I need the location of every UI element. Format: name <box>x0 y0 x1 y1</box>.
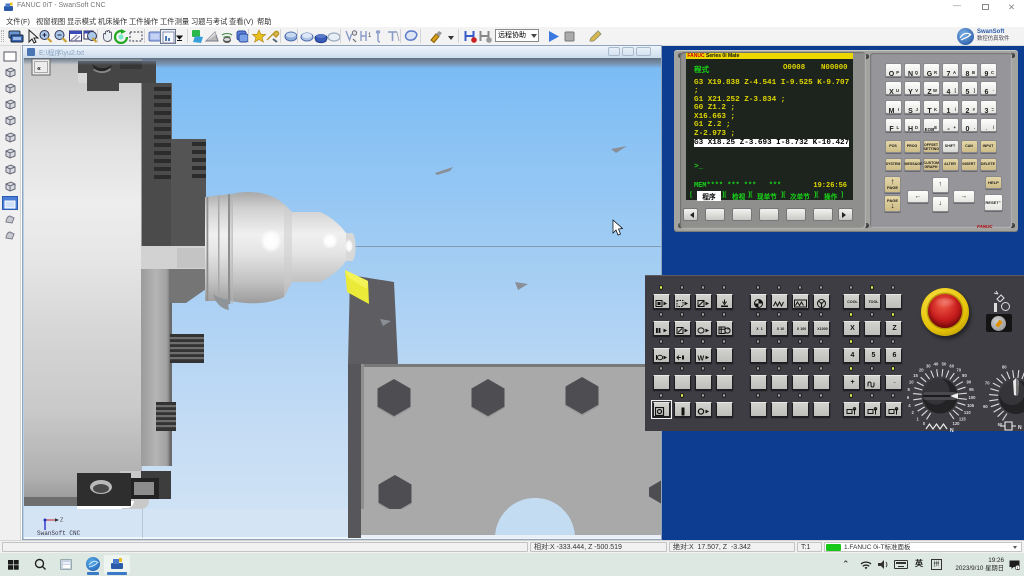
svg-text:N: N <box>1018 425 1022 431</box>
svg-text:1: 1 <box>916 416 919 421</box>
svg-text:20: 20 <box>918 368 923 373</box>
svg-text:15: 15 <box>913 373 918 378</box>
svg-text:SwanSoft CNC: SwanSoft CNC <box>37 530 81 537</box>
svg-text:50: 50 <box>941 362 946 367</box>
svg-text:70: 70 <box>985 381 990 386</box>
svg-text:2: 2 <box>911 410 914 415</box>
svg-text:10: 10 <box>908 380 913 385</box>
svg-text:W: W <box>698 355 705 362</box>
svg-text:N: N <box>950 428 954 434</box>
svg-text:60: 60 <box>983 404 988 409</box>
svg-text:4: 4 <box>908 403 911 408</box>
svg-text:40: 40 <box>933 362 938 367</box>
svg-text:30: 30 <box>925 364 930 369</box>
svg-text:«: « <box>37 66 41 73</box>
svg-text:0: 0 <box>922 421 925 426</box>
svg-text:8: 8 <box>907 387 910 392</box>
svg-text:60: 60 <box>949 364 954 369</box>
svg-text:80: 80 <box>1002 365 1007 370</box>
svg-text:6: 6 <box>906 395 909 400</box>
